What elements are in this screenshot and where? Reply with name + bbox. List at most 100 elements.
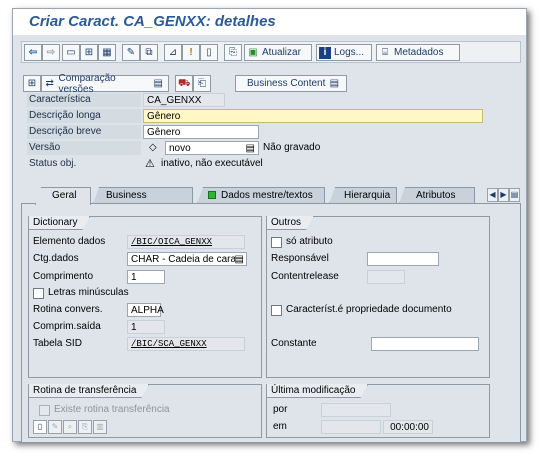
screen-button[interactable]: ▭ [62, 44, 80, 61]
dropdown-icon: ▤ [153, 77, 163, 89]
hierarchy-view-button[interactable]: ⊞ [23, 75, 41, 92]
comprimento-input[interactable]: 1 [127, 270, 165, 284]
back-button[interactable]: ⇦ [24, 44, 42, 61]
truck-icon: ⛟ [178, 77, 191, 89]
descricao-longa-input[interactable]: Gênero [143, 109, 483, 123]
arrow-right-icon: ⇨ [46, 46, 56, 58]
tab-scroll-right-icon[interactable]: ▶ [498, 188, 509, 202]
trash-icon: ▥ [96, 422, 104, 431]
versao-label: Versão [27, 141, 141, 155]
new-doc-icon: ▯ [37, 422, 43, 431]
screen-icon: ▭ [66, 46, 76, 58]
existe-rotina-label: Existe rotina transferência [54, 404, 170, 415]
tab-business-explorer[interactable]: Business Explorer [93, 187, 193, 204]
status-triangle-icon: ⚠ [145, 158, 155, 170]
hierarchy-button[interactable]: ⊞ [80, 44, 98, 61]
existe-rotina-checkbox[interactable] [39, 405, 50, 416]
dropdown-icon: ▤ [245, 143, 255, 154]
constante-input[interactable] [371, 337, 479, 351]
display-change-button[interactable]: ✎ [122, 44, 140, 61]
delete-routine-button[interactable]: ▥ [93, 420, 107, 434]
tabela-sid-label: Tabela SID [33, 338, 82, 349]
pencil-icon: ✎ [51, 422, 59, 431]
responsavel-input[interactable] [367, 252, 439, 266]
arrow-left-icon: ⇦ [28, 46, 38, 58]
versao-row: Versão ◇ novo ▤ Não gravado [27, 141, 507, 155]
responsavel-label: Responsável [271, 253, 329, 264]
elemento-dados-label: Elemento dados [33, 236, 106, 247]
copy-icon: ⎘ [229, 46, 237, 58]
elemento-dados-field[interactable]: /BIC/OICA_GENXX [127, 235, 245, 249]
metadata-icon: ⌸ [382, 46, 388, 58]
activate-button[interactable]: ⧉ [140, 44, 158, 61]
transport-button[interactable]: ⛟ [175, 75, 193, 92]
new-button[interactable]: ▯ [200, 44, 218, 61]
tab-dados-mestre-label: Dados mestre/textos [221, 190, 313, 201]
tab-atributos[interactable]: Atributos [399, 187, 475, 204]
por-field [321, 403, 391, 417]
atualizar-button[interactable]: ▣ Atualizar [244, 44, 312, 61]
letras-minusculas-label: Letras minúsculas [48, 287, 129, 298]
por-label: por [273, 404, 288, 415]
where-used-button[interactable]: ⊿ [164, 44, 182, 61]
refresh-icon: ▣ [248, 46, 258, 58]
so-atributo-checkbox[interactable] [271, 237, 282, 248]
comprim-saida-label: Comprim.saída [33, 321, 101, 332]
ctg-dados-label: Ctg.dados [33, 253, 79, 264]
tab-list-icon[interactable]: ▤ [509, 188, 520, 202]
tab-geral-label: Geral [52, 190, 77, 201]
secondary-toolbar: ⊞ ⇄ Comparação versões ▤ ⛟ ⎗ Business Cont… [21, 73, 521, 95]
change-routine-button[interactable]: ✎ [48, 420, 62, 434]
tab-atributos-label: Atributos [416, 190, 456, 201]
sap-window: Criar Caract. CA_GENXX: detalhes ⇦ ⇨ ▭ ⊞… [12, 8, 527, 443]
rotina-convers-input[interactable]: ALPHA [127, 303, 164, 317]
atualizar-label: Atualizar [262, 47, 301, 58]
tab-geral[interactable]: Geral [35, 187, 91, 205]
tab-dados-mestre[interactable]: Dados mestre/textos [197, 187, 325, 204]
ctg-dados-select[interactable]: CHAR - Cadeia de carac ▤ [127, 252, 247, 266]
dropdown-icon: ▤ [329, 77, 340, 89]
outros-title: Outros [267, 216, 314, 230]
logs-button[interactable]: i Logs... [316, 44, 372, 61]
tab-panel-geral: Dictionary Elemento dados /BIC/OICA_GENX… [21, 203, 521, 443]
descricao-longa-row: Descrição longa Gênero [27, 109, 507, 123]
business-content-label: Business Content [247, 78, 326, 89]
info-button[interactable]: ! [182, 44, 200, 61]
so-atributo-label: só atributo [286, 236, 333, 247]
tabela-sid-field[interactable]: /BIC/SCA_GENXX [127, 337, 245, 351]
transport-2-button[interactable]: ⎗ [193, 75, 211, 92]
copy-button[interactable]: ⎘ [224, 44, 242, 61]
comparacao-versoes-button[interactable]: ⇄ Comparação versões ▤ [41, 73, 169, 95]
copy-routine-button[interactable]: ⎘ [78, 420, 92, 434]
application-toolbar: ⇦ ⇨ ▭ ⊞ ▦ ✎ ⧉ ⊿ ! ▯ ⎘ ▣ Atualizar i Logs..… [21, 41, 521, 63]
versao-value: novo [169, 143, 191, 154]
versao-status-text: Não gravado [263, 142, 321, 153]
versao-diamond-icon: ◇ [149, 142, 157, 153]
outros-group: Outros só atributo Responsável Contentre… [266, 216, 490, 378]
tab-hierarquia[interactable]: Hierarquia [329, 187, 397, 204]
hierarchy-icon: ⊞ [27, 77, 37, 89]
business-content-button[interactable]: Business Content ▤ [235, 75, 347, 92]
forward-button[interactable]: ⇨ [42, 44, 60, 61]
caracteristica-label: Característica [27, 93, 141, 107]
contentrelease-field [367, 270, 405, 284]
status-row: Status obj. ⚠ inativo, não executável [27, 157, 507, 171]
pencil-glasses-icon: ✎ [126, 46, 136, 58]
hierarchy-icon: ⊞ [84, 46, 94, 58]
comprimento-label: Comprimento [33, 271, 94, 282]
display-routine-button[interactable]: ⌕ [63, 420, 77, 434]
tab-scroll-left-icon[interactable]: ◀ [487, 188, 498, 202]
letras-minusculas-checkbox[interactable] [33, 288, 44, 299]
caracteristica-field: CA_GENXX [143, 93, 225, 107]
table-button[interactable]: ▦ [98, 44, 116, 61]
create-routine-button[interactable]: ▯ [33, 420, 47, 434]
info-icon: ! [189, 46, 193, 58]
descricao-breve-row: Descrição breve Gênero [27, 125, 507, 139]
ultima-modificacao-title: Última modificação [267, 384, 368, 398]
metadados-button[interactable]: ⌸ Metadados [376, 44, 460, 61]
descricao-breve-input[interactable]: Gênero [143, 125, 259, 139]
rotina-transferencia-group: Rotina de transferência Existe rotina tr… [28, 384, 262, 438]
propriedade-documento-checkbox[interactable] [271, 305, 282, 316]
display-change-icon: ⧉ [145, 46, 153, 58]
versao-select[interactable]: novo ▤ [165, 141, 259, 155]
